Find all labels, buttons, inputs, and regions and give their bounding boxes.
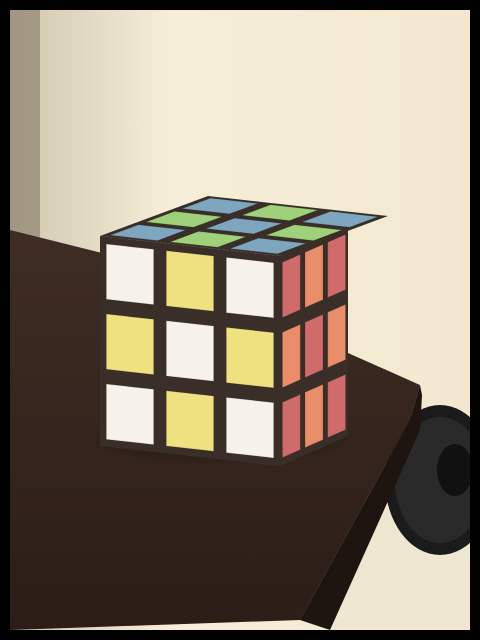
front-sticker-0-2: [225, 256, 275, 319]
photo-frame: [0, 0, 480, 640]
right-sticker-1-1: [304, 313, 324, 379]
right-sticker-0-1: [304, 243, 324, 309]
right-sticker-1-0: [281, 323, 301, 389]
front-sticker-1-0: [105, 313, 155, 376]
right-sticker-2-0: [281, 393, 301, 459]
front-sticker-0-1: [165, 250, 215, 312]
right-sticker-0-2: [327, 233, 347, 299]
front-sticker-2-2: [225, 396, 275, 459]
front-sticker-2-1: [165, 390, 215, 452]
front-sticker-1-2: [225, 326, 275, 389]
rubiks-cube: [100, 196, 388, 466]
right-sticker-1-2: [327, 303, 347, 369]
left-wall-shadow: [10, 10, 40, 260]
right-sticker-2-1: [304, 383, 324, 449]
photo-canvas: [0, 0, 480, 640]
front-sticker-1-1: [165, 320, 215, 382]
front-sticker-2-0: [105, 383, 155, 446]
right-sticker-0-0: [281, 253, 301, 319]
front-sticker-0-0: [105, 243, 155, 306]
right-sticker-2-2: [327, 373, 347, 439]
